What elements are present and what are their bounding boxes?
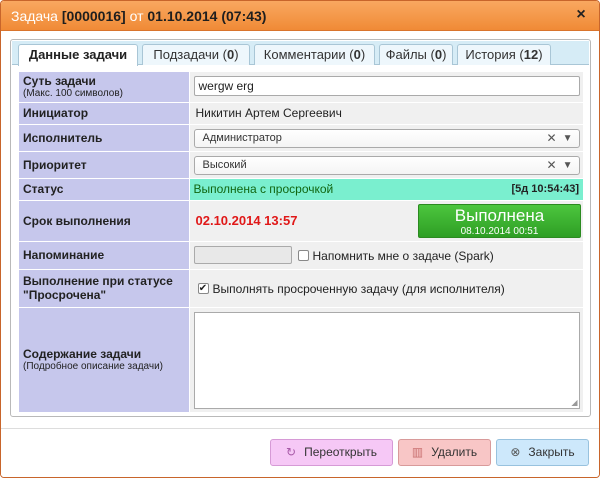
status-label: Статус [19,178,190,201]
close-circle-icon: ⊗ [510,445,521,459]
tab-comments-suffix: ) [360,47,366,62]
executor-value: Администратор [202,131,282,144]
row-due: Срок выполнения 02.10.2014 13:57 Выполне… [19,200,583,242]
due-date: 02.10.2014 13:57 [195,212,298,228]
subject-label: Суть задачи [23,74,96,89]
tab-task-data-label: Данные задачи [28,47,128,62]
reminder-value-cell: Напомнить мне о задаче (Spark) [189,241,583,270]
trash-icon: ▥ [411,445,424,459]
overdue-checkbox-label[interactable]: Выполнять просроченную задачу (для испол… [213,282,505,296]
subject-label-cell: Суть задачи (Макс. 100 символов) [19,72,190,103]
initiator-value: Никитин Артем Сергеевич [195,106,342,120]
task-created-date: 01.10.2014 (07:43) [147,8,267,24]
refresh-icon: ↻ [286,445,297,459]
content-hint: (Подробное описание задачи) [23,361,163,372]
executor-value-cell: Администратор ✕ ▼ [189,124,583,152]
tab-subtasks-label: Подзадачи ( [153,47,227,62]
delete-label: Удалить [431,445,478,459]
task-form: Суть задачи (Макс. 100 символов) wergw e… [19,72,583,413]
close-label: Закрыть [528,445,575,459]
initiator-value-cell: Никитин Артем Сергеевич [189,102,583,125]
done-status-button[interactable]: Выполнена 08.10.2014 00:51 [418,203,581,238]
tab-files[interactable]: Файлы (0) [379,44,453,65]
tab-history-label: История ( [465,47,524,62]
content-value-cell: ◢ [189,307,583,413]
overdue-label: Выполнение при статусе "Просрочена" [19,269,190,308]
executor-select[interactable]: Администратор ✕ ▼ [193,128,580,148]
title-mid: от [129,8,144,24]
chevron-down-icon[interactable]: ▼ [563,157,573,174]
overdue-value-cell: ✔ Выполнять просроченную задачу (для исп… [189,269,583,308]
reopen-label: Переоткрыть [304,445,377,459]
subject-value-cell: wergw erg [189,72,583,103]
task-id: [0000016] [61,8,126,24]
row-overdue: Выполнение при статусе "Просрочена" ✔ Вы… [19,269,583,308]
tab-history[interactable]: История (12) [457,44,551,65]
initiator-label: Инициатор [19,102,190,125]
reminder-label: Напоминание [19,241,190,270]
status-elapsed-time: [5д 10:54:43] [511,182,579,195]
subject-hint: (Макс. 100 символов) [23,88,123,100]
content-label: Содержание задачи [23,347,142,361]
row-priority: Приоритет Высокий ✕ ▼ [19,151,583,179]
priority-value: Высокий [202,158,247,171]
overdue-checkbox[interactable]: ✔ [197,282,209,294]
priority-label: Приоритет [19,151,190,179]
status-value: Выполнена с просрочкой [193,181,334,196]
tab-history-count: 12 [523,47,539,62]
clear-icon[interactable]: ✕ [546,157,556,174]
content-textarea[interactable]: ◢ [193,311,580,409]
executor-label: Исполнитель [19,124,190,152]
content-label-cell: Содержание задачи (Подробное описание за… [19,307,190,413]
dialog-footer: ↻ Переоткрыть ▥ Удалить ⊗ Закрыть [1,428,599,477]
task-panel: Данные задачи Подзадачи (0) Комментарии … [10,39,591,417]
row-executor: Исполнитель Администратор ✕ ▼ [19,124,583,152]
row-content: Содержание задачи (Подробное описание за… [19,307,583,413]
priority-value-cell: Высокий ✕ ▼ [189,151,583,179]
tab-comments-count: 0 [353,47,361,62]
row-status: Статус Выполнена с просрочкой [5д 10:54:… [19,178,583,201]
tab-files-label: Файлы ( [385,47,435,62]
delete-button[interactable]: ▥ Удалить [398,439,491,466]
tab-subtasks-suffix: ) [234,47,239,62]
chevron-down-icon[interactable]: ▼ [563,130,573,147]
due-label: Срок выполнения [19,200,190,242]
task-dialog: Задача [0000016] от 01.10.2014 (07:43) ×… [0,0,600,478]
tab-comments-label: Комментарии ( [263,47,354,62]
clear-icon[interactable]: ✕ [546,130,556,147]
dialog-titlebar[interactable]: Задача [0000016] от 01.10.2014 (07:43) × [1,1,599,31]
tab-comments[interactable]: Комментарии (0) [254,44,375,65]
priority-select[interactable]: Высокий ✕ ▼ [193,155,580,175]
resize-grip-icon[interactable]: ◢ [571,398,577,407]
reopen-button[interactable]: ↻ Переоткрыть [270,439,393,466]
subject-input[interactable]: wergw erg [193,76,580,96]
row-initiator: Инициатор Никитин Артем Сергеевич [19,102,583,125]
tab-history-suffix: ) [538,47,543,62]
title-prefix: Задача [11,8,58,24]
reminder-checkbox-label[interactable]: Напомнить мне о задаче (Spark) [313,249,494,263]
close-icon[interactable]: × [573,6,589,24]
done-button-date: 08.10.2014 00:51 [460,225,539,237]
dialog-title: Задача [0000016] от 01.10.2014 (07:43) [11,8,266,24]
done-button-label: Выполнена [454,205,545,225]
row-reminder: Напоминание Напомнить мне о задаче (Spar… [19,241,583,270]
tab-bar: Данные задачи Подзадачи (0) Комментарии … [12,41,589,66]
status-value-cell: Выполнена с просрочкой [5д 10:54:43] [189,178,583,201]
close-button[interactable]: ⊗ Закрыть [496,439,589,466]
status-badge: Выполнена с просрочкой [5д 10:54:43] [189,178,583,200]
due-value-cell: 02.10.2014 13:57 Выполнена 08.10.2014 00… [189,200,583,242]
tab-files-suffix: ) [442,47,447,62]
reminder-checkbox[interactable] [297,249,309,261]
tab-subtasks[interactable]: Подзадачи (0) [142,44,250,65]
row-subject: Суть задачи (Макс. 100 символов) wergw e… [19,72,583,103]
reminder-date-input[interactable] [193,245,292,264]
tab-task-data[interactable]: Данные задачи [18,44,138,66]
tab-files-count: 0 [434,47,443,62]
